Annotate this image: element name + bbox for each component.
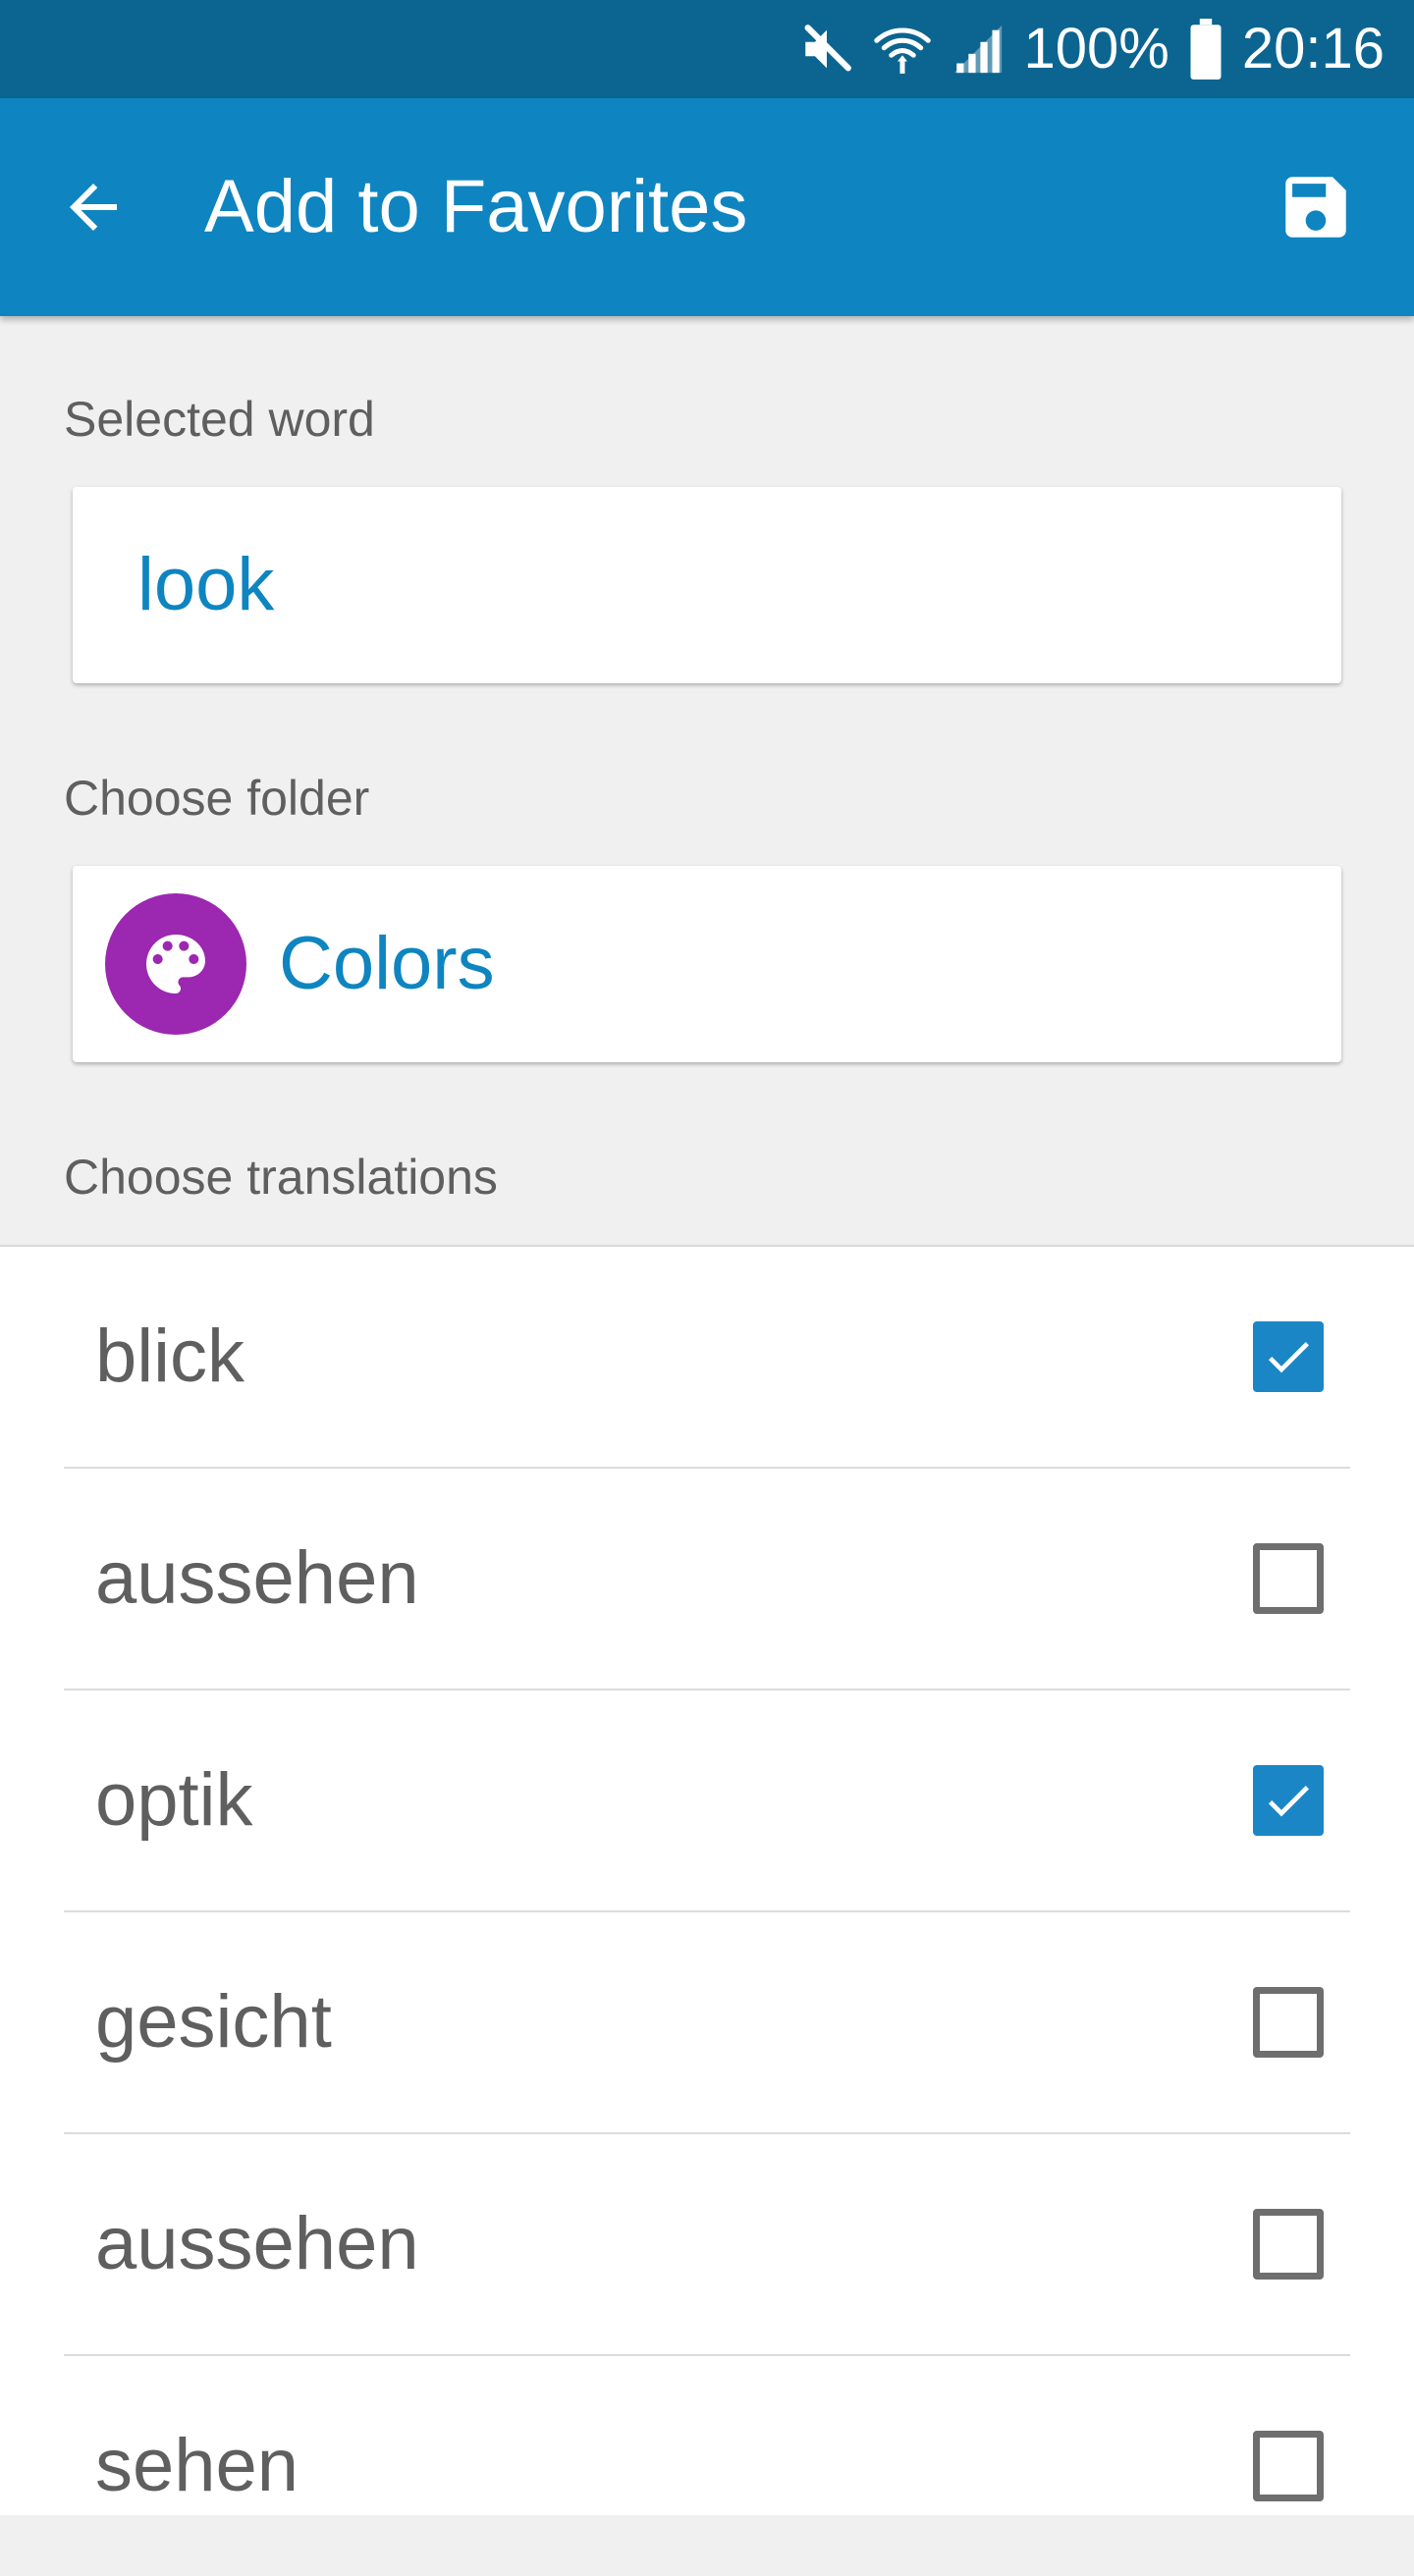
translation-row-gesicht[interactable]: gesicht [64,1912,1350,2134]
translation-label: blick [95,1315,245,1398]
page-title: Add to Favorites [204,165,748,248]
translation-label: sehen [95,2424,299,2507]
translation-row-optik[interactable]: optik [64,1690,1350,1912]
selected-word-value[interactable]: look [137,487,274,683]
folder-selector[interactable]: Colors [73,866,1341,1062]
folder-avatar [105,893,246,1035]
translation-label: aussehen [95,2202,419,2285]
selected-word-field[interactable]: look [73,487,1341,683]
palette-icon [146,935,205,993]
translation-row-sehen[interactable]: sehen [64,2356,1350,2576]
translation-label: aussehen [95,1536,419,1620]
status-bar: 100% 20:16 [0,0,1414,98]
choose-translations-label: Choose translations [64,1150,498,1205]
back-button[interactable] [49,163,137,251]
translation-checkbox[interactable] [1253,1765,1324,1836]
translations-list: blick aussehen optik gesicht aussehen se… [0,1245,1414,2515]
folder-name: Colors [279,922,495,1005]
choose-folder-label: Choose folder [64,771,370,826]
translation-checkbox[interactable] [1253,1543,1324,1614]
status-icons: 100% 20:16 [798,0,1385,98]
save-button[interactable] [1272,163,1360,251]
clock: 20:16 [1241,17,1385,80]
translation-row-blick[interactable]: blick [64,1247,1350,1469]
signal-icon [950,21,1006,78]
battery-percent: 100% [1023,17,1169,80]
translation-checkbox[interactable] [1253,1321,1324,1392]
floppy-disk-icon [1285,177,1346,238]
selected-word-label: Selected word [64,392,375,447]
translation-row-aussehen[interactable]: aussehen [64,1469,1350,1690]
translation-row-aussehen-2[interactable]: aussehen [64,2134,1350,2356]
checkmark-icon [1268,1342,1309,1373]
translation-checkbox[interactable] [1253,2209,1324,2280]
wifi-icon [873,20,932,79]
battery-icon [1187,19,1224,80]
translation-label: optik [95,1758,253,1842]
translation-checkbox[interactable] [1253,2431,1324,2501]
mute-icon [798,21,855,78]
translation-checkbox[interactable] [1253,1987,1324,2058]
arrow-back-icon [70,184,117,231]
app-bar: Add to Favorites [0,98,1414,316]
translation-label: gesicht [95,1980,332,2064]
checkmark-icon [1268,1786,1309,1817]
